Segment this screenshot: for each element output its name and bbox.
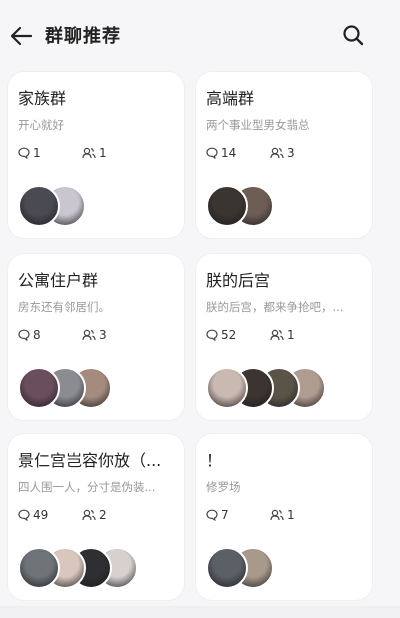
group-stats: 49 2 [18,508,174,526]
message-count-value: 7 [221,508,229,522]
message-count: 49 [18,508,48,522]
message-count: 7 [206,508,229,522]
group-stats: 1 1 [18,146,174,164]
avatar [18,185,60,227]
member-avatars [18,547,138,589]
member-avatars [206,547,274,589]
message-count-value: 14 [221,146,237,160]
avatar [206,547,248,589]
page-title: 群聊推荐 [45,26,121,47]
message-count: 52 [206,328,236,342]
group-name: 高端群 [206,89,255,108]
group-card[interactable]: 高端群 两个事业型男女翡总 14 3 [196,72,372,238]
members-icon [270,147,284,159]
avatar [206,367,248,409]
group-stats: 52 1 [206,328,362,346]
group-name: ！ [206,451,223,470]
message-count: 14 [206,146,236,160]
chat-bubble-icon [18,147,30,159]
chat-bubble-icon [206,329,218,341]
member-count-value: 1 [287,328,295,342]
group-description: 两个事业型男女翡总 [206,118,310,132]
member-count: 3 [270,146,295,160]
group-name: 公寓住户群 [18,271,99,290]
member-count: 1 [270,328,295,342]
group-description: 修罗场 [206,480,241,494]
group-name: 家族群 [18,89,67,108]
avatar [18,367,60,409]
member-avatars [18,185,86,227]
member-count: 1 [82,146,107,160]
message-count-value: 1 [33,146,41,160]
member-count-value: 1 [99,146,107,160]
search-icon [343,25,364,46]
member-count-value: 2 [99,508,107,522]
members-icon [270,509,284,521]
members-icon [82,329,96,341]
chat-bubble-icon [206,147,218,159]
top-bar: 群聊推荐 [0,0,400,68]
group-stats: 8 3 [18,328,174,346]
group-card[interactable]: 景仁宫岂容你放（... 四人围一人，分寸是伪装... 49 2 [8,434,184,600]
group-stats: 14 3 [206,146,362,164]
members-icon [270,329,284,341]
group-description: 房东还有邻居们。 [18,300,110,314]
message-count-value: 49 [33,508,49,522]
message-count-value: 52 [221,328,237,342]
chat-bubble-icon [18,329,30,341]
next-row-peek [0,606,400,618]
member-count-value: 3 [287,146,295,160]
group-description: 四人围一人，分寸是伪装... [18,480,156,494]
chat-bubble-icon [18,509,30,521]
chat-bubble-icon [206,509,218,521]
avatar [18,547,60,589]
members-icon [82,147,96,159]
arrow-left-icon [10,26,32,46]
message-count: 1 [18,146,41,160]
group-description: 朕的后宫，都来争抢吧，... [206,300,344,314]
message-count: 8 [18,328,41,342]
back-button[interactable] [8,24,34,48]
avatar [206,185,248,227]
group-card[interactable]: 朕的后宫 朕的后宫，都来争抢吧，... 52 1 [196,254,372,420]
group-card[interactable]: 家族群 开心就好 1 1 [8,72,184,238]
member-avatars [206,185,274,227]
member-count: 2 [82,508,107,522]
group-name: 景仁宫岂容你放（... [18,451,162,470]
member-count: 1 [270,508,295,522]
group-stats: 7 1 [206,508,362,526]
group-card[interactable]: ！ 修罗场 7 1 [196,434,372,600]
group-name: 朕的后宫 [206,271,271,290]
member-count: 3 [82,328,107,342]
message-count-value: 8 [33,328,41,342]
search-button[interactable] [340,22,366,48]
member-count-value: 1 [287,508,295,522]
group-description: 开心就好 [18,118,64,132]
member-avatars [206,367,326,409]
member-count-value: 3 [99,328,107,342]
members-icon [82,509,96,521]
group-card[interactable]: 公寓住户群 房东还有邻居们。 8 3 [8,254,184,420]
member-avatars [18,367,112,409]
